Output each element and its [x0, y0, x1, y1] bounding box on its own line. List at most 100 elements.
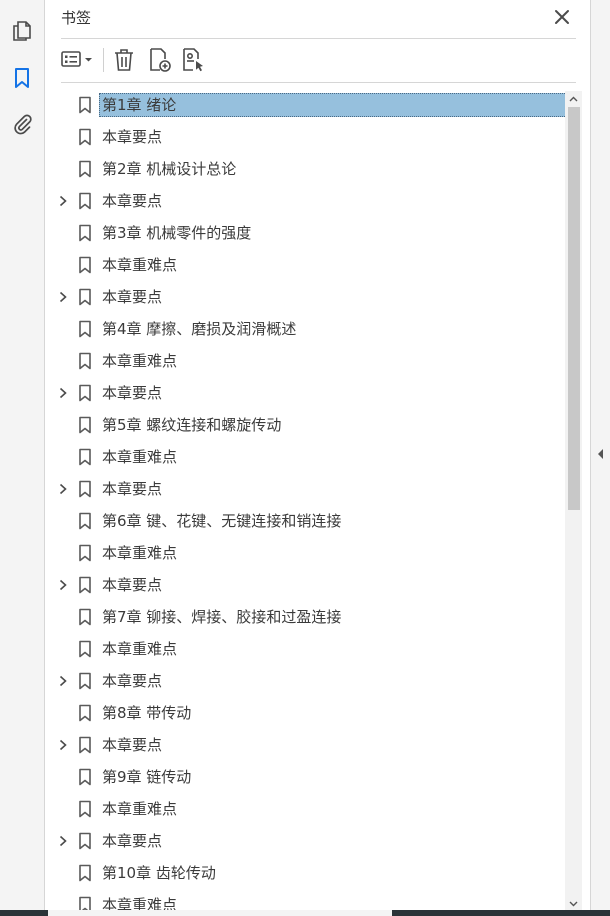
bookmark-item[interactable]: 本章重难点 — [45, 889, 565, 910]
collapse-panel-handle[interactable] — [595, 446, 605, 460]
new-bookmark-button[interactable] — [145, 46, 173, 74]
close-icon — [555, 10, 569, 24]
bookmark-label: 本章重难点 — [102, 448, 178, 466]
bookmark-label: 第5章 螺纹连接和螺旋传动 — [102, 416, 282, 434]
bookmark-panel-icon[interactable] — [10, 66, 34, 90]
bookmark-icon — [78, 320, 92, 338]
bookmark-label: 本章重难点 — [102, 640, 178, 658]
bookmark-item[interactable]: 第8章 带传动 — [45, 697, 565, 729]
vertical-scrollbar[interactable] — [565, 91, 582, 910]
triangle-left-icon — [598, 449, 603, 459]
expand-chevron-icon[interactable] — [57, 674, 69, 688]
new-bookmark-from-structure-icon — [183, 48, 203, 72]
attachment-icon[interactable] — [10, 112, 34, 136]
bookmarks-panel: 书签 第1章 绪论 本章要点 第2章 机械设计总论 本章要点 第3章 机械零件的… — [45, 0, 590, 910]
bookmark-item[interactable]: 本章要点 — [45, 665, 565, 697]
bookmark-item[interactable]: 第1章 绪论 — [45, 89, 565, 121]
bookmark-item[interactable]: 第5章 螺纹连接和螺旋传动 — [45, 409, 565, 441]
bookmark-icon — [78, 640, 92, 658]
bookmark-icon — [78, 160, 92, 178]
bookmark-item[interactable]: 第4章 摩擦、磨损及润滑概述 — [45, 313, 565, 345]
bookmark-icon — [78, 576, 92, 594]
bottom-taskbar-edge — [0, 910, 610, 916]
bookmark-item[interactable]: 本章要点 — [45, 729, 565, 761]
bookmark-tree: 第1章 绪论 本章要点 第2章 机械设计总论 本章要点 第3章 机械零件的强度 本章重难点… — [45, 89, 565, 910]
bookmark-item[interactable]: 本章要点 — [45, 377, 565, 409]
bookmark-item[interactable]: 本章要点 — [45, 569, 565, 601]
scroll-thumb[interactable] — [568, 107, 580, 510]
delete-bookmark-icon — [115, 49, 133, 71]
panel-title: 书签 — [61, 9, 92, 27]
bookmark-item[interactable]: 本章要点 — [45, 121, 565, 153]
bookmark-icon — [78, 448, 92, 466]
bookmark-icon — [78, 96, 92, 114]
bookmark-icon — [78, 480, 92, 498]
new-bookmark-icon — [150, 48, 171, 72]
bookmark-icon — [78, 192, 92, 210]
bookmark-label: 本章要点 — [102, 736, 163, 754]
bookmark-icon — [78, 896, 92, 910]
bookmark-icon — [78, 864, 92, 882]
bookmark-label: 本章重难点 — [102, 256, 178, 274]
bookmark-item[interactable]: 本章重难点 — [45, 441, 565, 473]
close-panel-button[interactable] — [551, 6, 573, 28]
bookmark-label: 本章要点 — [102, 832, 163, 850]
scroll-up-button[interactable] — [565, 91, 582, 105]
expand-chevron-icon[interactable] — [57, 290, 69, 304]
expand-chevron-icon[interactable] — [57, 386, 69, 400]
taskbar-segment — [0, 910, 48, 916]
scroll-down-button[interactable] — [565, 896, 582, 910]
bookmark-label: 第3章 机械零件的强度 — [102, 224, 252, 242]
bookmark-item[interactable]: 本章要点 — [45, 185, 565, 217]
bookmark-icon — [78, 704, 92, 722]
bookmark-label: 本章重难点 — [102, 544, 178, 562]
bookmark-icon — [78, 416, 92, 434]
bookmark-item[interactable]: 本章重难点 — [45, 345, 565, 377]
left-navigation-rail — [0, 0, 45, 910]
bookmark-icon — [78, 768, 92, 786]
expand-chevron-icon[interactable] — [57, 834, 69, 848]
bookmark-label: 本章重难点 — [102, 800, 178, 818]
new-bookmark-from-structure-button[interactable] — [179, 46, 207, 74]
bookmark-label: 本章要点 — [102, 384, 163, 402]
bookmark-label: 本章要点 — [102, 288, 163, 306]
bookmark-item[interactable]: 第3章 机械零件的强度 — [45, 217, 565, 249]
bookmark-label: 第2章 机械设计总论 — [102, 160, 237, 178]
pages-icon[interactable] — [10, 19, 34, 43]
toolbar-separator — [103, 48, 104, 72]
bookmark-item[interactable]: 第6章 键、花键、无键连接和销连接 — [45, 505, 565, 537]
bookmark-item[interactable]: 本章要点 — [45, 473, 565, 505]
document-edge-strip — [590, 0, 610, 910]
expand-chevron-icon[interactable] — [57, 482, 69, 496]
delete-bookmark-button[interactable] — [111, 46, 137, 74]
bookmark-label: 本章要点 — [102, 480, 163, 498]
bookmark-icon — [78, 608, 92, 626]
bookmark-icon — [78, 352, 92, 370]
bookmark-item[interactable]: 本章重难点 — [45, 249, 565, 281]
bookmark-label: 第8章 带传动 — [102, 704, 192, 722]
bookmark-item[interactable]: 第10章 齿轮传动 — [45, 857, 565, 889]
bookmark-item[interactable]: 本章重难点 — [45, 537, 565, 569]
bookmark-icon — [78, 544, 92, 562]
expand-chevron-icon[interactable] — [57, 738, 69, 752]
bookmark-item[interactable]: 第9章 链传动 — [45, 761, 565, 793]
bookmark-item[interactable]: 本章重难点 — [45, 633, 565, 665]
bookmark-icon — [78, 288, 92, 306]
bookmark-item[interactable]: 本章要点 — [45, 281, 565, 313]
bookmark-icon — [78, 128, 92, 146]
expand-chevron-icon[interactable] — [57, 578, 69, 592]
bookmark-item[interactable]: 本章重难点 — [45, 793, 565, 825]
expand-chevron-icon[interactable] — [57, 194, 69, 208]
bookmark-item[interactable]: 本章要点 — [45, 825, 565, 857]
options-menu-button[interactable] — [59, 46, 99, 74]
bookmark-label: 本章要点 — [102, 672, 163, 690]
chevron-down-icon — [569, 901, 578, 907]
bookmark-item[interactable]: 第2章 机械设计总论 — [45, 153, 565, 185]
bookmarks-toolbar — [59, 44, 576, 78]
bookmark-label: 本章要点 — [102, 576, 163, 594]
bookmark-icon — [78, 512, 92, 530]
bookmark-label: 本章重难点 — [102, 896, 178, 910]
bookmark-label: 第9章 链传动 — [102, 768, 192, 786]
bookmark-item[interactable]: 第7章 铆接、焊接、胶接和过盈连接 — [45, 601, 565, 633]
bookmark-label: 本章重难点 — [102, 352, 178, 370]
